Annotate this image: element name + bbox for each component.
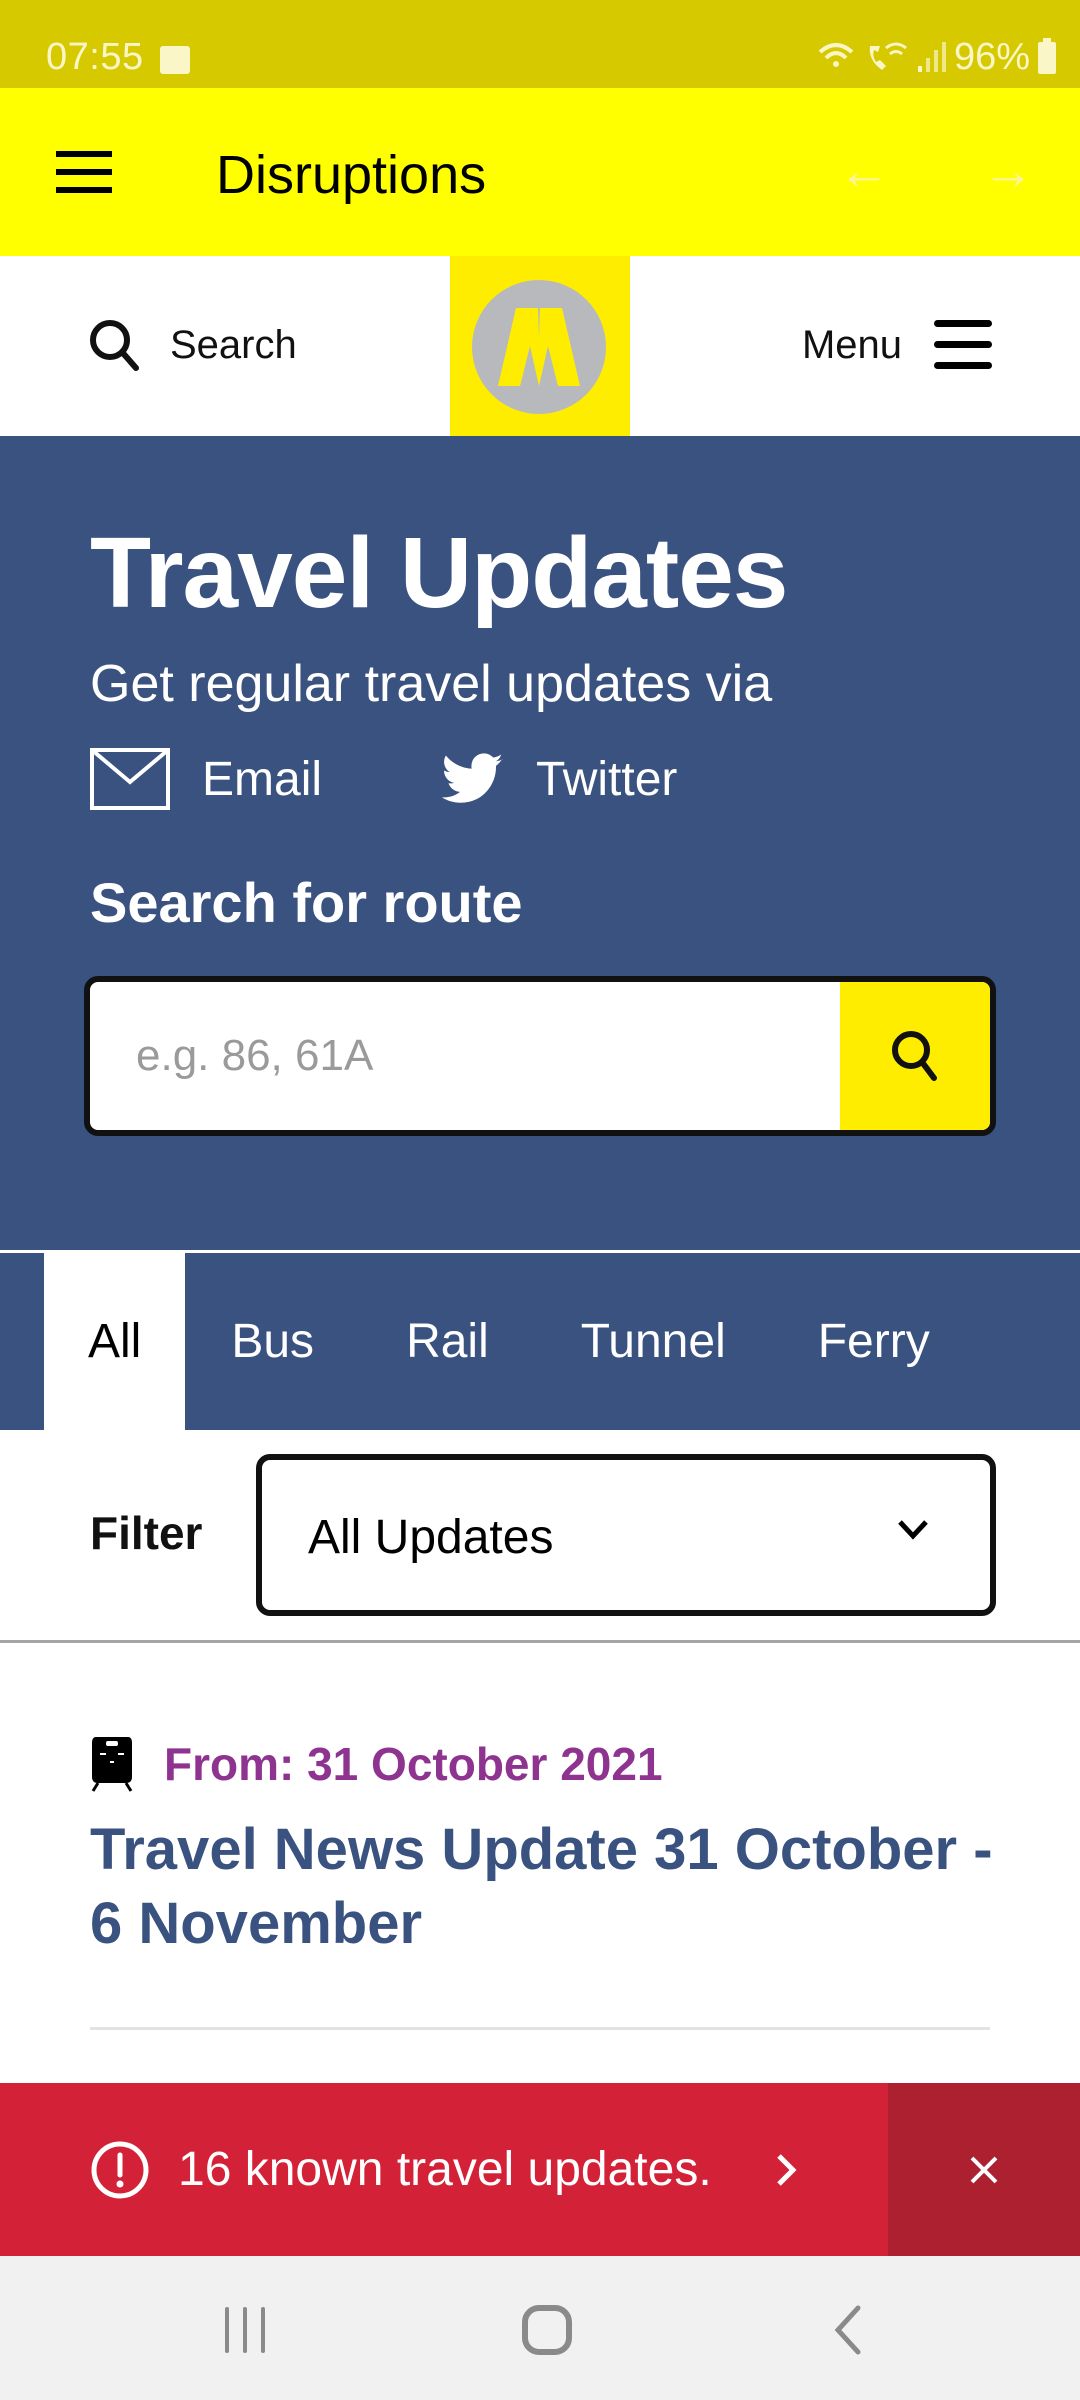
update-divider (90, 2027, 990, 2030)
tab-tunnel[interactable]: Tunnel (535, 1253, 772, 1430)
gallery-icon (160, 46, 190, 74)
tab-rail[interactable]: Rail (360, 1253, 535, 1430)
wifi-icon (818, 42, 854, 67)
status-icons: 96% (816, 36, 1056, 79)
twitter-label: Twitter (536, 752, 678, 806)
share-options: Email Twitter (90, 748, 797, 810)
update-list-item[interactable]: From: 31 October 2021 Travel News Update… (0, 1643, 1080, 2083)
email-label: Email (202, 752, 323, 806)
header-menu-button[interactable]: Menu (802, 320, 992, 370)
app-bar: Disruptions ← → (0, 88, 1080, 256)
tab-ferry[interactable]: Ferry (772, 1253, 976, 1430)
status-time: 07:55 (46, 36, 144, 78)
route-search-box (84, 976, 996, 1136)
logo-circle (472, 280, 606, 414)
home-icon (522, 2305, 572, 2355)
alert-close-button[interactable] (888, 2083, 1080, 2256)
update-date: From: 31 October 2021 (164, 1738, 663, 1790)
twitter-icon (442, 753, 503, 803)
hero-subtitle: Get regular travel updates via (90, 655, 773, 713)
route-search-label: Search for route (90, 871, 523, 934)
status-bar: 07:55 96% (0, 0, 1080, 88)
recent-apps-icon (225, 2307, 265, 2353)
back-button[interactable] (808, 2300, 888, 2360)
app-title: Disruptions (216, 145, 487, 205)
mode-tabs: All Bus Rail Tunnel Ferry (0, 1253, 1080, 1430)
back-icon (834, 2305, 861, 2355)
filter-selected-value: All Updates (308, 1511, 554, 1564)
search-icon (90, 320, 139, 371)
wifi-calling-icon (869, 42, 907, 70)
alert-icon (91, 2141, 149, 2198)
email-icon (90, 748, 170, 810)
tab-bus[interactable]: Bus (185, 1253, 360, 1430)
merseytravel-logo[interactable] (450, 256, 630, 436)
system-nav-bar (0, 2256, 1080, 2400)
filter-select[interactable]: All Updates (256, 1454, 996, 1616)
chevron-down-icon (898, 1520, 928, 1540)
signal-icon (917, 41, 946, 72)
twitter-link[interactable]: Twitter (442, 752, 677, 807)
alert-banner: 16 known travel updates. (0, 2083, 1080, 2256)
travel-updates-hero: Travel Updates Get regular travel update… (0, 436, 1080, 1252)
logo-m-icon (498, 308, 580, 386)
train-icon (91, 1737, 133, 1792)
header-menu-label: Menu (801, 322, 902, 367)
search-icon (892, 1031, 937, 1081)
header-search-button[interactable]: Search (88, 318, 297, 372)
site-header: Search Menu (0, 256, 1080, 436)
close-icon (970, 2156, 998, 2183)
battery-percent: 96% (953, 36, 1030, 78)
route-search-button[interactable] (840, 982, 990, 1130)
alert-link[interactable]: 16 known travel updates. (0, 2083, 888, 2256)
back-arrow-icon[interactable]: ← (834, 145, 894, 197)
drawer-menu-button[interactable] (56, 151, 112, 193)
forward-arrow-icon[interactable]: → (978, 145, 1038, 197)
page-title: Travel Updates (90, 517, 788, 629)
recent-apps-button[interactable] (205, 2300, 285, 2360)
filter-label: Filter (90, 1507, 203, 1559)
route-search-input[interactable] (90, 982, 842, 1130)
home-button[interactable] (507, 2300, 587, 2360)
menu-icon (934, 320, 992, 370)
header-search-label: Search (170, 322, 297, 367)
email-link[interactable]: Email (90, 748, 322, 810)
tab-all[interactable]: All (44, 1253, 186, 1430)
filter-row: Filter All Updates (0, 1430, 1080, 1642)
alert-text: 16 known travel updates. (178, 2143, 712, 2196)
update-title-link[interactable]: Travel News Update 31 October - 6 Novemb… (90, 1813, 1010, 1961)
update-meta: From: 31 October 2021 (90, 1735, 663, 1793)
battery-icon (1038, 37, 1056, 74)
chevron-right-icon (776, 2153, 797, 2186)
